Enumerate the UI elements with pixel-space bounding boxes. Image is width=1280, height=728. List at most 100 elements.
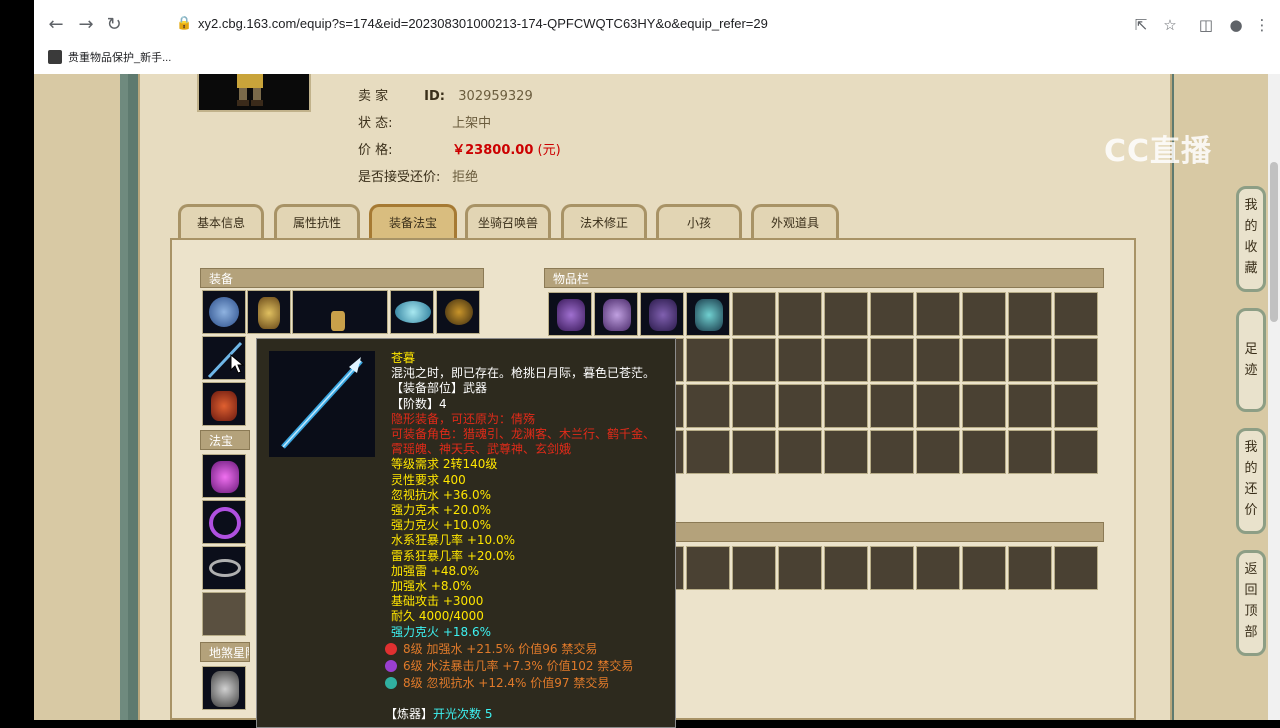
inventory-slot[interactable] [916,384,960,428]
equip-slot-weapon-display[interactable] [292,290,388,334]
item-restrict-3: 霄瑶魄、神天兵、武尊神、玄剑娥 [391,442,572,457]
inventory-slot[interactable] [870,384,914,428]
inventory-slot[interactable] [962,430,1006,474]
share-icon[interactable]: ⇱ [1129,13,1153,37]
spear-large-icon [281,357,363,449]
inventory-slot[interactable] [1008,384,1052,428]
lock-icon[interactable]: 🔒 [176,16,192,34]
equip-slot-necklace[interactable] [247,290,291,334]
inventory-slot[interactable] [732,546,776,590]
tab-equipment[interactable]: 装备法宝 [369,204,457,238]
inventory-slot[interactable] [824,292,868,336]
inventory-slot[interactable] [824,546,868,590]
inventory-slot[interactable] [686,384,730,428]
star-slot-1[interactable] [202,666,246,710]
inventory-slot[interactable] [686,430,730,474]
inventory-slot[interactable] [824,338,868,382]
inventory-slot[interactable] [962,338,1006,382]
tab-appearance[interactable]: 外观道具 [751,204,839,238]
profile-icon[interactable]: ● [1224,13,1248,37]
inventory-slot[interactable] [916,430,960,474]
inventory-slot[interactable] [732,384,776,428]
equip-slot-helmet[interactable] [202,290,246,334]
tab-spell-mods[interactable]: 法术修正 [561,204,647,238]
tab-mounts-pets[interactable]: 坐骑召唤兽 [465,204,551,238]
tab-basic-info[interactable]: 基本信息 [178,204,264,238]
my-bargains-button[interactable]: 我的还价 [1236,428,1266,534]
inventory-slot[interactable] [962,292,1006,336]
inventory-slot[interactable] [916,292,960,336]
inventory-slot[interactable] [732,338,776,382]
inventory-slot[interactable] [1054,292,1098,336]
inventory-slot[interactable] [1054,338,1098,382]
gem-icon [385,677,397,690]
inventory-slot[interactable] [870,338,914,382]
equip-slot-shoes[interactable] [202,382,246,426]
character-avatar [197,74,311,112]
reload-icon[interactable]: ↻ [102,13,126,37]
inventory-slot[interactable] [1008,546,1052,590]
inventory-slot[interactable] [824,384,868,428]
item-stat-line: 强力克火 +10.0% [391,518,491,533]
back-to-top-button[interactable]: 返回顶部 [1236,550,1266,656]
treasure-slot-3[interactable] [202,546,246,590]
status-label: 状 态: [358,116,393,131]
scrollbar-thumb[interactable] [1270,162,1278,322]
treasure-slot-2[interactable] [202,500,246,544]
inventory-slot[interactable] [1008,338,1052,382]
inventory-slot[interactable] [686,292,730,336]
treasure-slot-1[interactable] [202,454,246,498]
tab-attributes[interactable]: 属性抗性 [274,204,360,238]
inventory-slot[interactable] [778,384,822,428]
inventory-slot[interactable] [870,546,914,590]
inventory-slot[interactable] [686,546,730,590]
inventory-slot[interactable] [962,384,1006,428]
inventory-slot[interactable] [870,292,914,336]
my-favorites-button[interactable]: 我的收藏 [1236,186,1266,292]
refine-row: 【炼器】开光次数 5 [385,707,673,722]
price-unit: (元) [537,143,561,158]
inventory-slot[interactable] [1054,384,1098,428]
bookmark-item[interactable]: 贵重物品保护_新手... [48,48,171,66]
inventory-slot[interactable] [778,430,822,474]
footprints-button[interactable]: 足迹 [1236,308,1266,412]
inventory-slot[interactable] [778,546,822,590]
page-scrollbar[interactable] [1268,74,1280,720]
inventory-slot[interactable] [548,292,592,336]
inventory-slot[interactable] [916,338,960,382]
ring-spiral-icon [209,507,241,539]
item-slot: 【装备部位】武器 [391,381,488,396]
left-border-line [120,74,128,720]
equipment-section-title: 装备 [200,268,484,288]
inventory-slot[interactable] [1054,546,1098,590]
inventory-slot[interactable] [778,338,822,382]
inventory-slot[interactable] [916,546,960,590]
left-scroll-border [34,74,120,720]
item-stat-line: 耐久 4000/4000 [391,609,484,624]
inventory-slot[interactable] [778,292,822,336]
inventory-slot[interactable] [640,292,684,336]
tab-children[interactable]: 小孩 [656,204,742,238]
inventory-slot[interactable] [1008,430,1052,474]
inventory-slot[interactable] [962,546,1006,590]
inventory-slot[interactable] [1008,292,1052,336]
equip-slot-mask[interactable] [390,290,434,334]
inventory-slot[interactable] [594,292,638,336]
status-value: 上架中 [452,116,492,131]
back-icon[interactable]: ← [44,13,68,37]
bookmark-star-icon[interactable]: ☆ [1158,13,1182,37]
item-cyan-stat: 强力克火 +18.6% [391,624,491,639]
address-bar[interactable]: xy2.cbg.163.com/equip?s=174&eid=20230830… [198,16,768,31]
menu-icon[interactable]: ⋮ [1250,13,1274,37]
inventory-slot[interactable] [732,292,776,336]
side-panel-icon[interactable]: ◫ [1194,13,1218,37]
inventory-slot[interactable] [732,430,776,474]
inventory-slot[interactable] [824,430,868,474]
inventory-slot[interactable] [870,430,914,474]
treasure-slot-4[interactable] [202,592,246,636]
equip-slot-armor[interactable] [436,290,480,334]
inventory-slot[interactable] [1054,430,1098,474]
inventory-slot[interactable] [686,338,730,382]
whip-icon [209,559,241,577]
forward-icon[interactable]: → [74,13,98,37]
